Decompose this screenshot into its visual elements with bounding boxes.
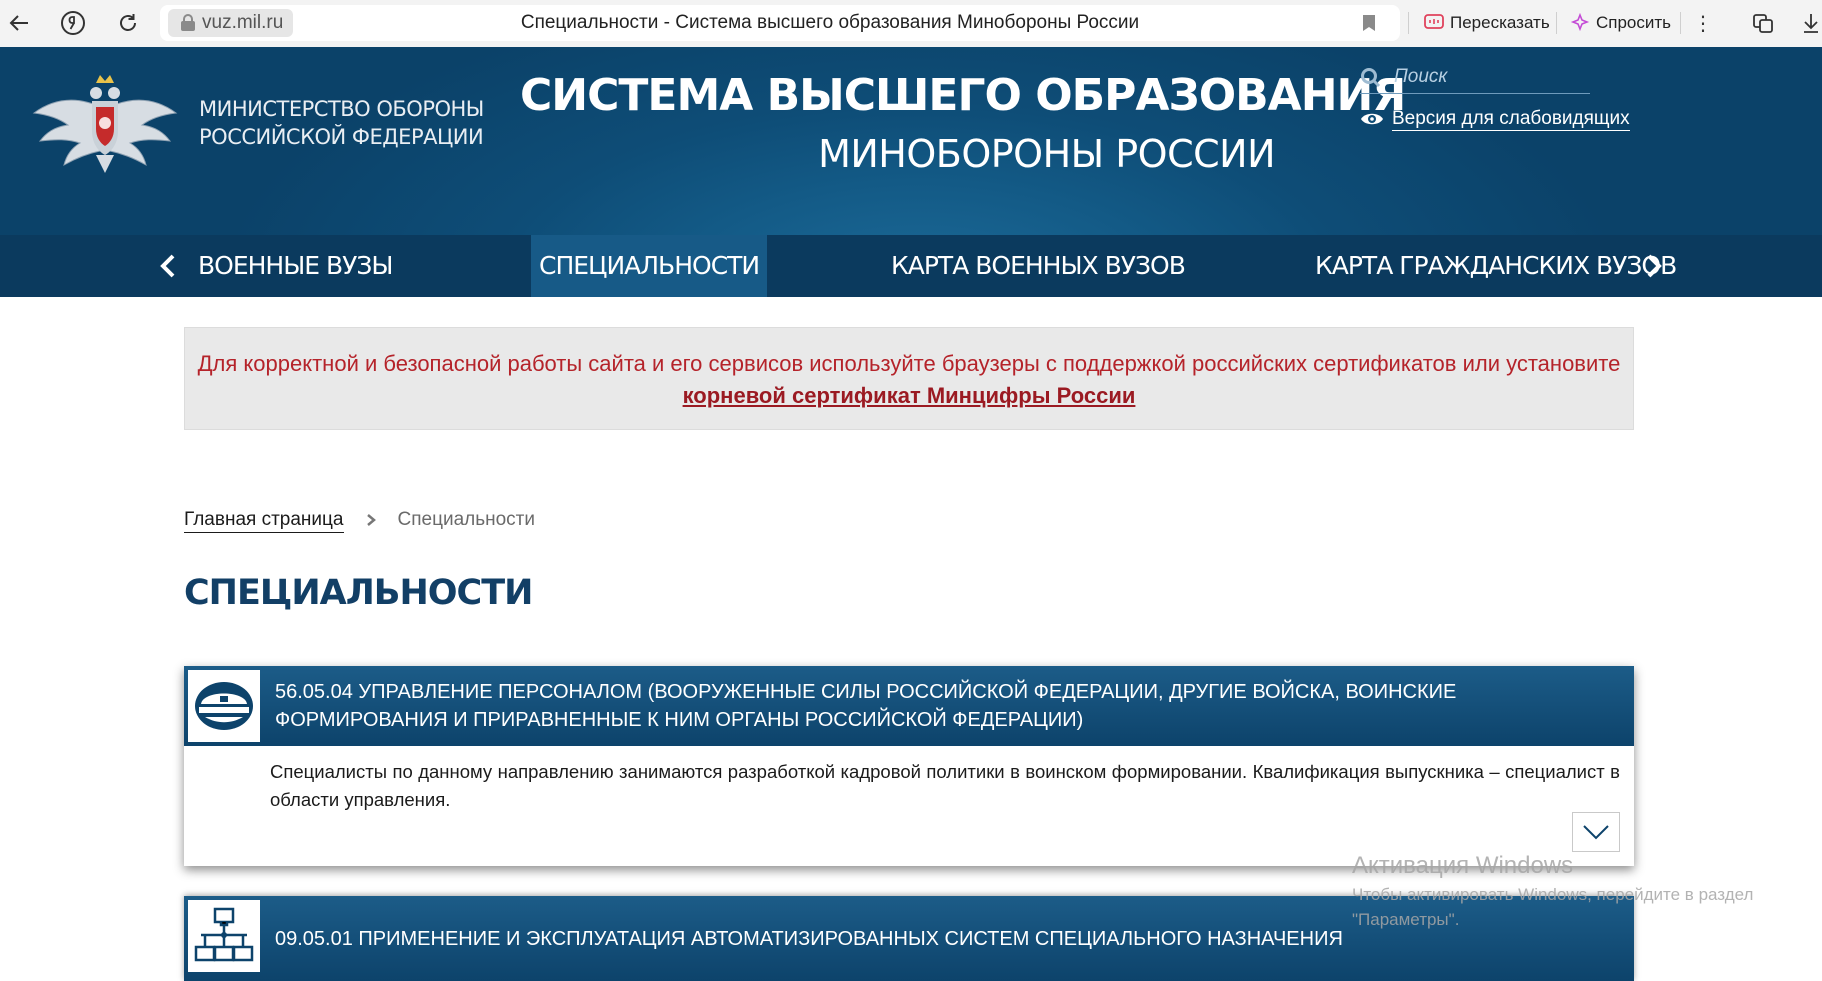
reload-icon[interactable] <box>113 8 143 38</box>
network-computers-icon <box>188 900 260 972</box>
system-title: СИСТЕМА ВЫСШЕГО ОБРАЗОВАНИЯ <box>520 70 1406 121</box>
more-options-icon[interactable]: ⋮ <box>1688 8 1718 38</box>
breadcrumb-home-link[interactable]: Главная страница <box>184 508 344 533</box>
ministry-eagle-emblem-icon[interactable] <box>30 69 180 179</box>
download-icon[interactable] <box>1796 8 1822 38</box>
main-nav: ВОЕННЫЕ ВУЗЫ СПЕЦИАЛЬНОСТИ КАРТА ВОЕННЫХ… <box>0 235 1822 297</box>
lock-icon <box>181 14 195 31</box>
nav-item-military-universities-map[interactable]: КАРТА ВОЕННЫХ ВУЗОВ <box>891 235 1186 297</box>
system-subtitle: МИНОБОРОНЫ РОССИИ <box>818 132 1275 176</box>
notice-text: Для корректной и безопасной работы сайта… <box>197 351 1621 376</box>
back-arrow-icon[interactable] <box>4 8 34 38</box>
specialty-card: 56.05.04 УПРАВЛЕНИЕ ПЕРСОНАЛОМ (ВООРУЖЕН… <box>184 666 1634 866</box>
chevron-down-icon <box>1583 825 1609 840</box>
site-header: МИНИСТЕРСТВО ОБОРОНЫ РОССИЙСКОЙ ФЕДЕРАЦИ… <box>0 47 1822 235</box>
retell-icon <box>1424 14 1444 29</box>
tab-title: Специальности - Система высшего образова… <box>520 12 1140 33</box>
search-input[interactable] <box>1392 61 1586 93</box>
search-box <box>1360 61 1590 94</box>
breadcrumb-chevron-icon <box>366 514 376 526</box>
url-host: vuz.mil.ru <box>202 12 284 33</box>
eye-icon <box>1361 113 1383 125</box>
bookmark-icon[interactable] <box>1362 14 1376 32</box>
certificate-link[interactable]: корневой сертификат Минцифры России <box>683 383 1136 408</box>
low-vision-toggle[interactable]: Версия для слабовидящих <box>1360 105 1630 133</box>
nav-prev-chevron-icon[interactable] <box>158 253 178 279</box>
extensions-icon[interactable] <box>1748 8 1778 38</box>
specialty-title: 56.05.04 УПРАВЛЕНИЕ ПЕРСОНАЛОМ (ВООРУЖЕН… <box>275 681 1457 731</box>
watermark-line1: Чтобы активировать Windows, перейдите в … <box>1352 885 1754 904</box>
breadcrumb: Главная страница Специальности <box>184 505 535 535</box>
toolbar-divider <box>1556 12 1557 34</box>
watermark-title: Активация Windows <box>1352 852 1574 879</box>
certificate-notice: Для корректной и безопасной работы сайта… <box>184 327 1634 430</box>
retell-button[interactable]: Пересказать <box>1424 8 1550 38</box>
low-vision-link[interactable]: Версия для слабовидящих <box>1392 108 1630 131</box>
toolbar-divider <box>1408 12 1409 34</box>
expand-toggle-button[interactable] <box>1572 812 1620 852</box>
yandex-logo-icon[interactable] <box>58 8 88 38</box>
watermark-line2: "Параметры". <box>1352 910 1460 929</box>
nav-item-civil-universities-map[interactable]: КАРТА ГРАЖДАНСКИХ ВУЗОВ <box>1315 235 1677 297</box>
nav-item-military-universities[interactable]: ВОЕННЫЕ ВУЗЫ <box>198 235 393 297</box>
ministry-name[interactable]: МИНИСТЕРСТВО ОБОРОНЫ РОССИЙСКОЙ ФЕДЕРАЦИ… <box>199 95 499 151</box>
ask-button[interactable]: Спросить <box>1570 8 1671 38</box>
toolbar-divider <box>1680 12 1681 34</box>
specialty-card-header[interactable]: 56.05.04 УПРАВЛЕНИЕ ПЕРСОНАЛОМ (ВООРУЖЕН… <box>184 666 1634 746</box>
windows-activation-watermark: Активация Windows Чтобы активировать Win… <box>1352 850 1812 932</box>
specialty-description-text: Специалисты по данному направлению заним… <box>270 761 1620 810</box>
officer-cap-icon <box>188 670 260 742</box>
search-icon[interactable] <box>1360 67 1382 89</box>
nav-next-chevron-icon[interactable] <box>1644 253 1664 279</box>
url-host-chip[interactable]: vuz.mil.ru <box>168 9 294 37</box>
breadcrumb-current: Специальности <box>397 509 536 530</box>
nav-item-specialties[interactable]: СПЕЦИАЛЬНОСТИ <box>531 235 768 297</box>
specialty-description: Специалисты по данному направлению заним… <box>184 746 1634 866</box>
ask-sparkle-icon <box>1570 13 1590 32</box>
page-title: СПЕЦИАЛЬНОСТИ <box>184 573 533 613</box>
browser-toolbar: vuz.mil.ru Специальности - Система высше… <box>0 0 1822 48</box>
address-bar[interactable]: vuz.mil.ru Специальности - Система высше… <box>160 5 1400 41</box>
